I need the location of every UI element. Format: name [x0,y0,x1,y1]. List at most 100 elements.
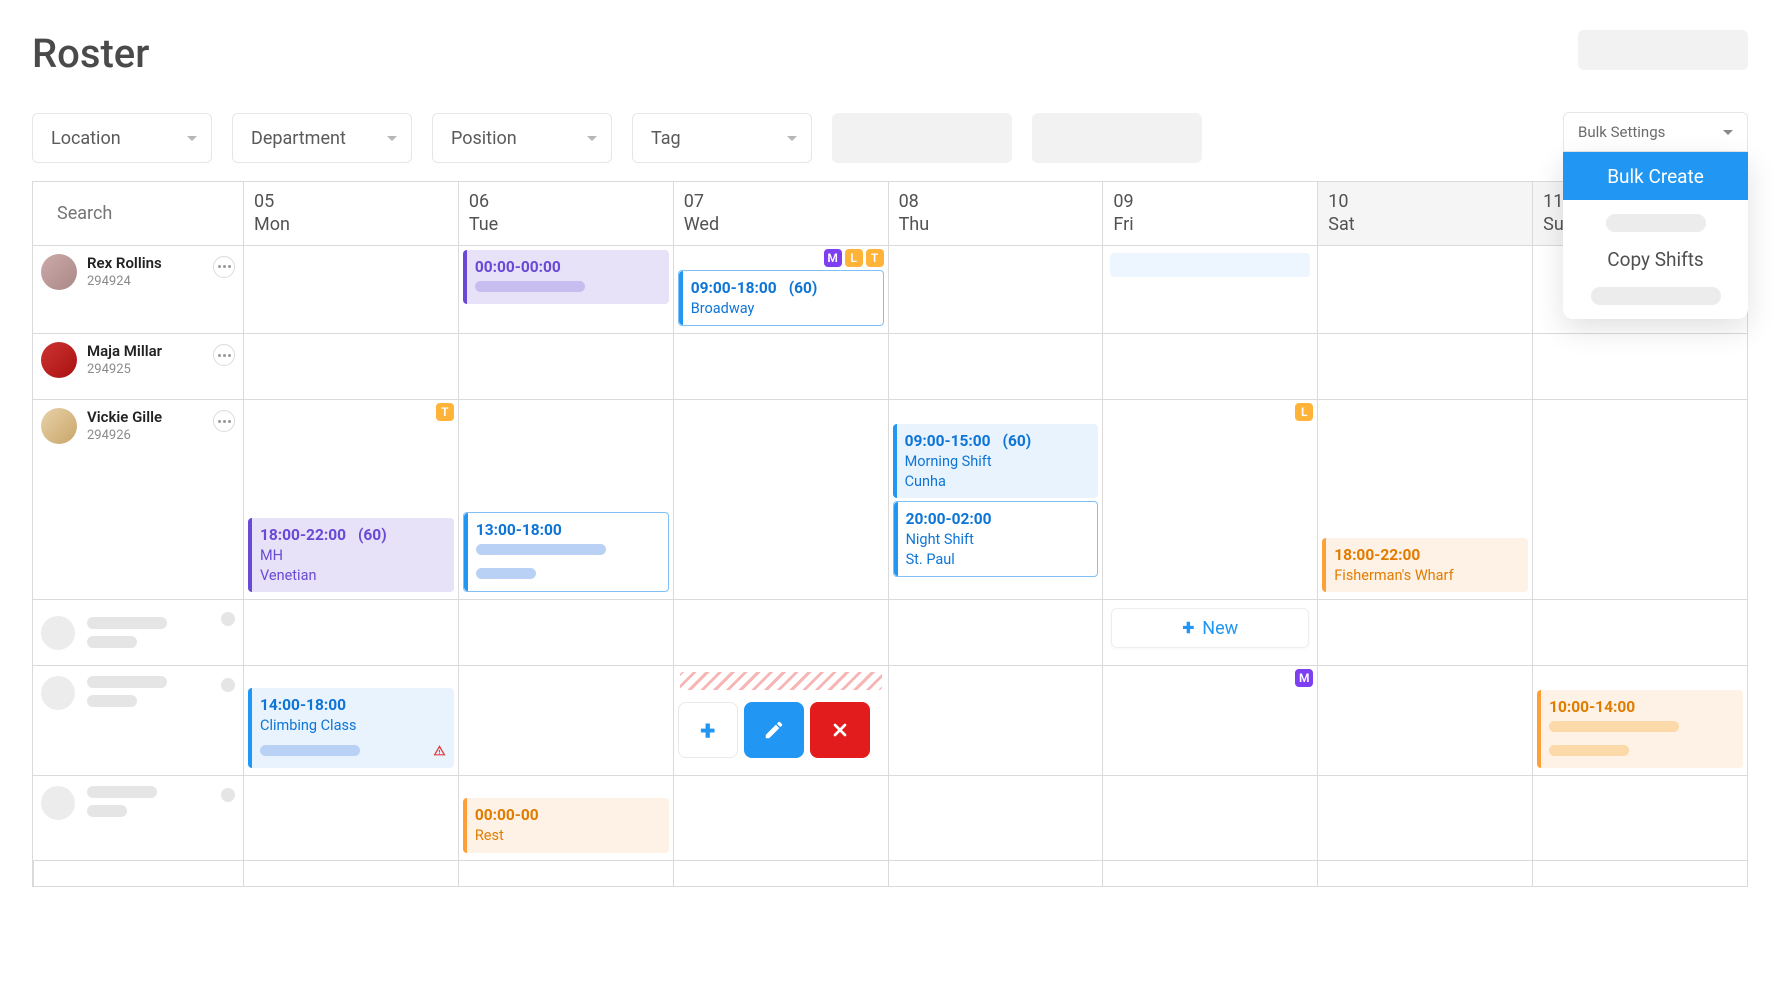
shift-card[interactable]: 09:00-18:00(60) Broadway [678,270,884,326]
cell[interactable]: 14:00-18:00 Climbing Class [243,666,458,776]
placeholder-line [475,281,585,292]
cell[interactable] [673,400,888,600]
shift-time: 20:00-02:00 [906,509,1090,530]
shift-card[interactable]: 00:00-00:00 [463,250,669,304]
cell[interactable] [458,334,673,400]
cell[interactable] [1317,776,1532,860]
cell[interactable]: 13:00-18:00 [458,400,673,600]
employee-menu-button[interactable] [213,256,235,278]
new-shift-button[interactable]: + New [1111,608,1309,648]
avatar-placeholder [41,676,75,710]
cell-with-actions[interactable]: + [673,666,888,776]
cell[interactable] [1532,776,1747,860]
cell[interactable] [673,776,888,860]
cell[interactable] [1102,246,1317,334]
placeholder-line [260,745,360,756]
day-header-mon: 05Mon [243,182,458,246]
employee-row-vickie[interactable]: Vickie Gille 294926 [33,400,243,600]
cell[interactable] [243,334,458,400]
cell[interactable]: 00:00-00 Rest [458,776,673,860]
cell[interactable]: L [1102,400,1317,600]
cell[interactable] [1102,334,1317,400]
cell[interactable] [1317,666,1532,776]
cell[interactable] [888,600,1103,666]
filter-position[interactable]: Position [432,113,612,163]
cell[interactable]: 18:00-22:00 Fisherman's Wharf [1317,400,1532,600]
delete-shift-button[interactable] [810,702,870,758]
shift-line2: Venetian [260,566,446,586]
cell[interactable] [888,334,1103,400]
bulk-settings-button[interactable]: Bulk Settings [1563,112,1748,152]
cell[interactable] [243,246,458,334]
cell[interactable]: M L T 09:00-18:00(60) Broadway [673,246,888,334]
cell[interactable]: 10:00-14:00 [1532,666,1747,776]
shift-card[interactable]: 14:00-18:00 Climbing Class [248,688,454,768]
employee-row-maja[interactable]: Maja Millar 294925 [33,334,243,400]
filter-department[interactable]: Department [232,113,412,163]
cell[interactable] [1317,246,1532,334]
shift-time: 13:00-18:00 [476,520,660,541]
shift-card[interactable]: 18:00-22:00(60) MH Venetian [248,518,454,592]
cell[interactable]: 00:00-00:00 [458,246,673,334]
filter-tag[interactable]: Tag [632,113,812,163]
employee-menu-button[interactable] [213,344,235,366]
shift-duration: (60) [358,526,387,544]
shift-card[interactable]: 00:00-00 Rest [463,798,669,852]
cell[interactable]: + New [1102,600,1317,666]
cell[interactable] [673,334,888,400]
plus-icon: + [1183,616,1195,641]
cell[interactable] [888,666,1103,776]
shift-card[interactable]: 18:00-22:00 Fisherman's Wharf [1322,538,1528,592]
bulk-create-item[interactable]: Bulk Create [1563,152,1748,200]
tag-l: L [1295,403,1313,421]
employee-id: 294924 [87,274,162,289]
shift-duration: (60) [789,279,818,297]
employee-row-placeholder[interactable] [33,600,243,666]
placeholder-line [476,568,536,579]
caret-down-icon [787,136,797,141]
cell[interactable] [888,246,1103,334]
shift-time: 00:00-00:00 [475,257,661,278]
filter-location[interactable]: Location [32,113,212,163]
cell[interactable] [888,776,1103,860]
avatar-placeholder [41,616,75,650]
caret-down-icon [387,136,397,141]
shift-line1: Morning Shift [905,452,1091,472]
shift-card[interactable]: 13:00-18:00 [463,512,669,592]
employee-row-rex[interactable]: Rex Rollins 294924 [33,246,243,334]
bulk-copy-item[interactable]: Copy Shifts [1563,232,1748,287]
add-shift-button[interactable]: + [678,702,738,758]
cell[interactable] [1532,600,1747,666]
dot-icon [221,612,235,626]
filter-department-label: Department [251,128,346,149]
cell[interactable]: 09:00-15:00(60) Morning Shift Cunha 20:0… [888,400,1103,600]
cell[interactable] [243,600,458,666]
filter-location-label: Location [51,128,121,149]
search-cell[interactable] [33,182,243,246]
cell[interactable]: M [1102,666,1317,776]
employee-row-placeholder[interactable] [33,776,243,860]
shift-card[interactable]: 20:00-02:00 Night Shift St. Paul [893,501,1099,577]
shift-card[interactable]: 09:00-15:00(60) Morning Shift Cunha [893,424,1099,498]
cell[interactable] [1102,776,1317,860]
cell[interactable] [673,600,888,666]
cell[interactable] [1317,334,1532,400]
shift-line2: St. Paul [906,550,1090,570]
avatar [41,408,77,444]
employee-menu-button[interactable] [213,410,235,432]
close-icon [830,720,850,740]
day-header-sat: 10Sat [1317,182,1532,246]
cell[interactable] [1317,600,1532,666]
cell[interactable] [243,776,458,860]
cell[interactable] [458,600,673,666]
cell[interactable] [1532,334,1747,400]
day-header-wed: 07Wed [673,182,888,246]
cell[interactable] [1532,400,1747,600]
cell[interactable] [458,666,673,776]
edit-shift-button[interactable] [744,702,804,758]
cell[interactable]: T 18:00-22:00(60) MH Venetian [243,400,458,600]
employee-row-placeholder[interactable] [33,666,243,776]
shift-card[interactable]: 10:00-14:00 [1537,690,1743,768]
shift-time: 14:00-18:00 [260,695,446,716]
placeholder-line [1549,745,1629,756]
